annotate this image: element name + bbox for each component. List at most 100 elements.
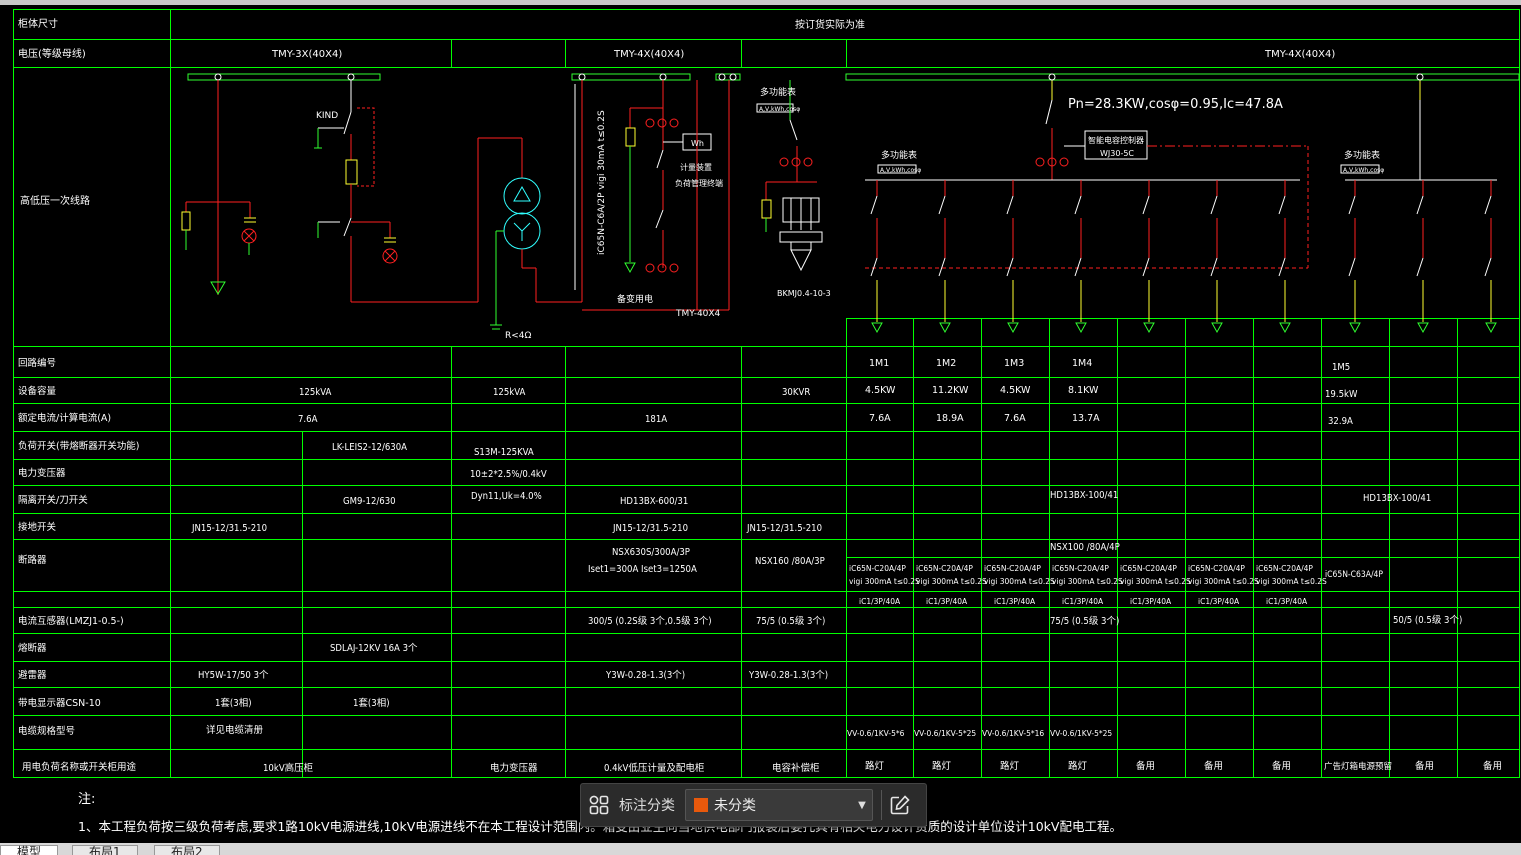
ct-last: 50/5 (0.5级 3个) xyxy=(1393,614,1462,626)
br-last: iC65N-C63A/4P xyxy=(1325,570,1383,580)
cad-drawing-canvas[interactable]: 柜体尺寸 按订货实际为准 电压(等级母线) TMY-3X(40X4) TMY-4… xyxy=(0,0,1521,855)
iso-lv: HD13BX-600/31 xyxy=(620,496,688,507)
feeder-breaker: iC65N-C20A/4P xyxy=(1256,564,1313,573)
feeder-breaker-rcd: vigi 300mA t≤0.2S xyxy=(1052,577,1123,586)
meter-label-2: 负荷管理终端 xyxy=(675,178,723,188)
feeder-breaker-rcd: vigi 300mA t≤0.2S xyxy=(849,577,920,586)
feeder-no: 1M4 xyxy=(1072,358,1092,369)
br-main-2: Iset1=300A Iset3=1250A xyxy=(588,564,697,575)
load-calc: Pn=28.3KW,cosφ=0.95,Ic=47.8A xyxy=(1068,97,1283,112)
cabinet-size-value: 按订货实际为准 xyxy=(795,18,865,31)
feeder-aux-breaker: iC1/3P/40A xyxy=(1198,597,1240,606)
tr-3: Dyn11,Uk=4.0% xyxy=(471,491,542,502)
feeder-aux-breaker: iC1/3P/40A xyxy=(859,597,901,606)
annotation-category-label: 标注分类 xyxy=(619,798,675,814)
cabinet-size-label: 柜体尺寸 xyxy=(18,17,58,30)
feeder-kw: 8.1KW xyxy=(1068,385,1099,396)
tr-2: 10±2*2.5%/0.4kV xyxy=(470,469,547,480)
breaker-vertical-label: iC65N-C6A/2P vigi 30mA t≤0.2S xyxy=(597,110,607,255)
feeder-breaker: iC65N-C20A/4P xyxy=(1120,564,1177,573)
es-2: JN15-12/31.5-210 xyxy=(612,523,688,534)
ground-label: R<4Ω xyxy=(505,331,532,341)
feeder-breaker: iC65N-C20A/4P xyxy=(984,564,1041,573)
row-capacity: 设备容量 xyxy=(18,385,57,397)
busbar-label: 电压(等级母线) xyxy=(18,47,86,60)
feeder-purpose: 路灯 xyxy=(865,760,885,772)
feeder-breaker-rcd: vigi 300mA t≤0.2S xyxy=(984,577,1055,586)
category-color-swatch xyxy=(694,798,708,812)
annotation-toolbar: 标注分类 未分类 ▼ xyxy=(580,783,927,827)
cur-hv: 7.6A xyxy=(298,414,318,425)
feeder-no: 1M3 xyxy=(1004,358,1024,369)
feeder-cable: VV-0.6/1KV-5*6 xyxy=(847,729,905,738)
ind-1: 1套(3相) xyxy=(215,697,252,709)
row-cable: 电缆规格型号 xyxy=(18,725,75,737)
br-cap: NSX160 /80A/3P xyxy=(755,556,825,567)
tr-1: S13M-125KVA xyxy=(474,447,534,458)
feeder-purpose: 路灯 xyxy=(1068,760,1088,772)
iso-out: HD13BX-100/41 xyxy=(1050,490,1118,501)
bus1-label: TMY-3X(40X4) xyxy=(271,49,342,60)
feeder-breaker: iC65N-C20A/4P xyxy=(1188,564,1245,573)
feeder-breaker: iC65N-C20A/4P xyxy=(1052,564,1109,573)
tab-model[interactable]: 模型 xyxy=(0,845,59,855)
row-circuit-no: 回路编号 xyxy=(18,357,56,369)
feeder-cable: VV-0.6/1KV-5*16 xyxy=(982,729,1044,738)
feeder-current: 13.7A xyxy=(1072,413,1100,424)
tab-layout-2[interactable]: 布局2 xyxy=(154,845,220,855)
multi-meter-3-sub: A,V,kWh,cosφ xyxy=(1343,167,1384,174)
bus2-label: TMY-4X(40X4) xyxy=(613,49,684,60)
row-isolator: 隔离开关/刀开关 xyxy=(18,494,88,506)
tail-purpose-1: 备用 xyxy=(1415,760,1434,772)
feeder-aux-breaker: iC1/3P/40A xyxy=(1266,597,1308,606)
multi-meter-2-sub: A,V,kWh,cosφ xyxy=(880,167,921,174)
row-earth-switch: 接地开关 xyxy=(18,521,57,533)
feeder-purpose: 备用 xyxy=(1204,760,1223,772)
notes-title: 注: xyxy=(78,792,95,807)
row-arrester: 避雷器 xyxy=(18,669,47,681)
feeder-breaker-rcd: vigi 300mA t≤0.2S xyxy=(1120,577,1191,586)
br-main-1: NSX630S/300A/3P xyxy=(612,547,690,558)
feeder-current: 18.9A xyxy=(936,413,964,424)
bus3-label: TMY-4X(40X4) xyxy=(1264,49,1335,60)
feeder-purpose: 备用 xyxy=(1136,760,1155,772)
row-load-switch: 负荷开关(带熔断器开关功能) xyxy=(18,440,139,452)
row-transformer: 电力变压器 xyxy=(18,467,66,479)
grid-icon[interactable] xyxy=(581,784,617,826)
multi-meter-3: 多功能表 xyxy=(1344,149,1380,161)
cable-hv: 详见电缆清册 xyxy=(206,724,264,736)
feeder-no: 1M1 xyxy=(869,358,889,369)
es-3: JN15-12/31.5-210 xyxy=(746,523,822,534)
purp-last: 广告灯箱电源预留 xyxy=(1324,761,1392,772)
ct-main: 300/5 (0.2S级 3个,0.5级 3个) xyxy=(588,615,712,627)
meter-label: 计量装置 xyxy=(680,162,712,172)
ind-2: 1套(3相) xyxy=(353,697,390,709)
arr-lv: Y3W-0.28-1.3(3个) xyxy=(605,670,685,681)
row-ct: 电流互感器(LMZJ1-0.5-) xyxy=(18,615,124,627)
edit-icon[interactable] xyxy=(882,784,918,826)
capacitor-label: BKMJ0.4-10-3 xyxy=(777,289,831,298)
iso-out-2: HD13BX-100/41 xyxy=(1363,493,1431,504)
tab-layout-1[interactable]: 布局1 xyxy=(72,845,138,855)
row-current: 额定电流/计算电流(A) xyxy=(18,412,111,424)
feeder-purpose: 路灯 xyxy=(1000,760,1020,772)
row-breaker: 断路器 xyxy=(18,554,47,566)
controller-1: 智能电容控制器 xyxy=(1088,135,1144,145)
multi-meter-2: 多功能表 xyxy=(881,149,917,161)
purp-lv: 0.4kV低压计量及配电柜 xyxy=(604,762,705,774)
feeder-breaker: iC65N-C20A/4P xyxy=(849,564,906,573)
category-select[interactable]: 未分类 ▼ xyxy=(685,789,873,821)
purp-tr: 电力变压器 xyxy=(490,762,538,774)
row-indicator: 带电显示器CSN-10 xyxy=(18,697,101,709)
feeder-aux-breaker: iC1/3P/40A xyxy=(1062,597,1104,606)
diagram-row-label: 高低压一次线路 xyxy=(20,194,90,207)
feeder-kw: 11.2KW xyxy=(932,385,969,396)
feeder-current: 7.6A xyxy=(1004,413,1026,424)
purp-hv: 10kV高压柜 xyxy=(263,762,314,774)
kind-label: KIND xyxy=(316,111,338,121)
multi-meter-1-sub: A,V,kWh,cosφ xyxy=(759,106,800,113)
feeder-kw: 4.5KW xyxy=(1000,385,1031,396)
ct-out: 75/5 (0.5级 3个) xyxy=(1050,615,1119,627)
ct-cap: 75/5 (0.5级 3个) xyxy=(756,615,825,627)
es-1: JN15-12/31.5-210 xyxy=(191,523,267,534)
